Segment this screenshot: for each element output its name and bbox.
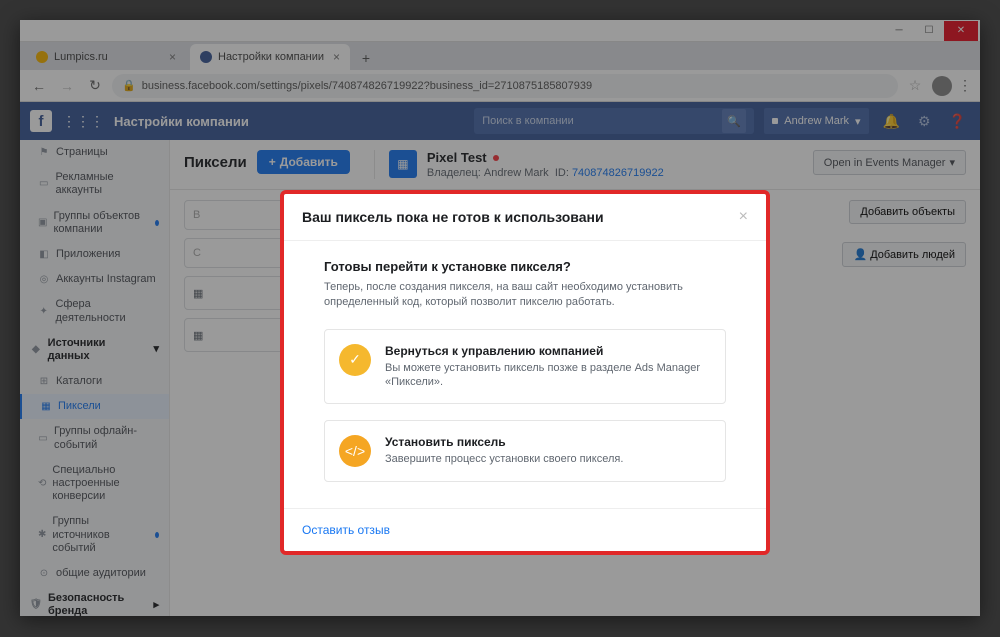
- leave-feedback-link[interactable]: Оставить отзыв: [302, 523, 390, 537]
- option-description: Завершите процесс установки своего пиксе…: [385, 452, 623, 466]
- modal-prompt: Готовы перейти к установке пикселя?: [324, 259, 726, 274]
- option-title: Установить пиксель: [385, 435, 623, 449]
- modal-close-button[interactable]: ×: [739, 208, 748, 226]
- modal-title: Ваш пиксель пока не готов к использовани: [302, 209, 604, 225]
- modal-footer: Оставить отзыв: [284, 508, 766, 551]
- option-install-pixel[interactable]: </> Установить пиксель Завершите процесс…: [324, 420, 726, 482]
- checkmark-icon: ✓: [339, 344, 371, 376]
- modal-subtitle: Теперь, после создания пикселя, на ваш с…: [324, 280, 726, 311]
- browser-window: ─ ☐ ✕ Lumpics.ru × Настройки компании × …: [20, 20, 980, 616]
- option-description: Вы можете установить пиксель позже в раз…: [385, 361, 711, 390]
- option-return-to-management[interactable]: ✓ Вернуться к управлению компанией Вы мо…: [324, 329, 726, 405]
- pixel-setup-modal: Ваш пиксель пока не готов к использовани…: [280, 190, 770, 555]
- modal-body: Готовы перейти к установке пикселя? Тепе…: [284, 241, 766, 508]
- option-title: Вернуться к управлению компанией: [385, 344, 711, 358]
- code-icon: </>: [339, 435, 371, 467]
- modal-header: Ваш пиксель пока не готов к использовани…: [284, 194, 766, 241]
